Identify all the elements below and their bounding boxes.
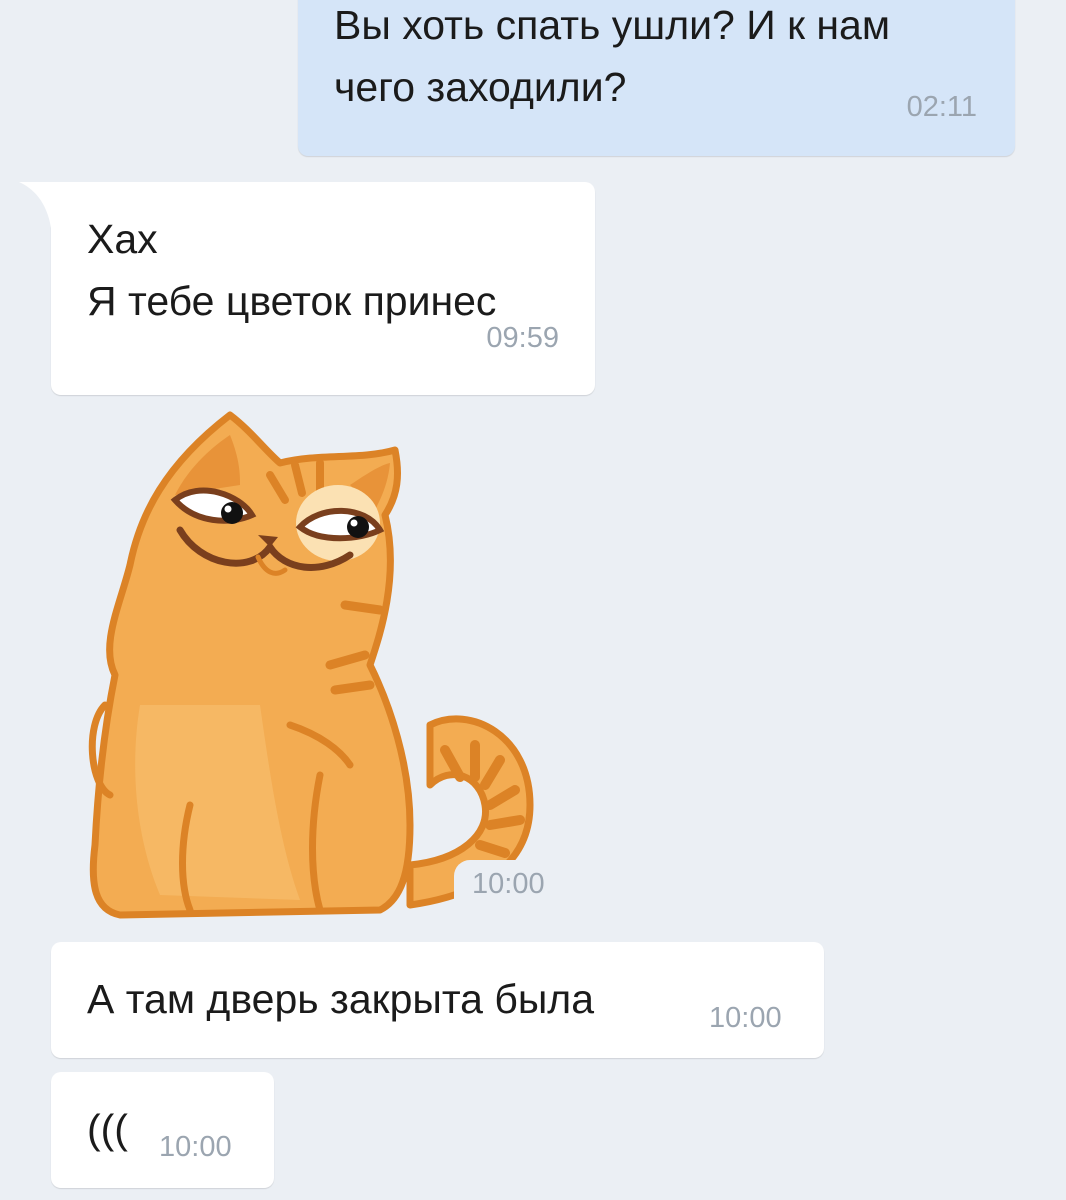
- message-text: (((: [87, 1106, 128, 1152]
- message-time: 10:00: [709, 1002, 782, 1034]
- incoming-message[interactable]: А там дверь закрыта была: [51, 942, 824, 1058]
- message-time: 02:11: [906, 91, 977, 123]
- sticker-time-overlay: 10:00: [454, 860, 574, 912]
- incoming-message[interactable]: Хах Я тебе цветок принес 09:59: [19, 182, 595, 395]
- cat-sticker[interactable]: [80, 405, 560, 925]
- message-time: 10:00: [472, 868, 545, 900]
- smirking-cat-icon: [88, 411, 534, 919]
- message-text: Вы хоть спать ушли? И к нам чего заходил…: [334, 2, 891, 110]
- message-text: Хах Я тебе цветок принес: [87, 216, 497, 324]
- message-time: 10:00: [159, 1131, 232, 1163]
- incoming-message[interactable]: ((( 10:00: [51, 1072, 274, 1188]
- bubble-tail-icon: [19, 182, 59, 228]
- message-time: 09:59: [486, 322, 559, 354]
- message-text: А там дверь закрыта была: [87, 976, 595, 1022]
- outgoing-message[interactable]: Вы хоть спать ушли? И к нам чего заходил…: [298, 0, 1015, 156]
